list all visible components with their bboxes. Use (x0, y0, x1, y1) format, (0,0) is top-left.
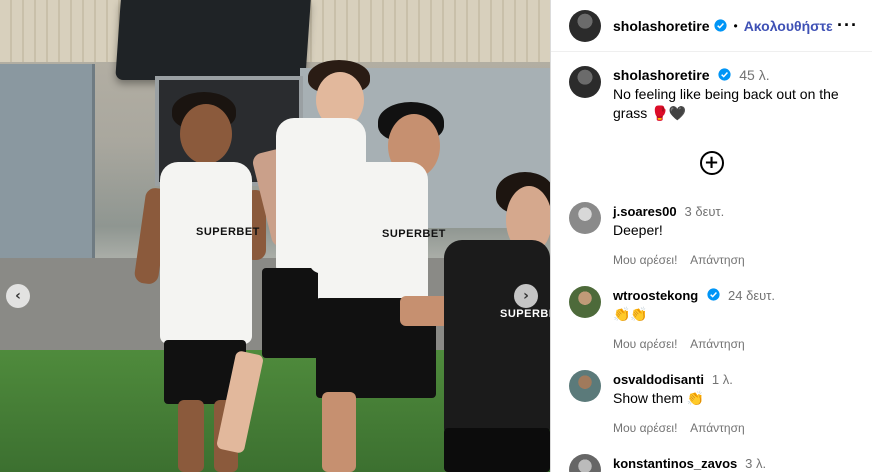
post-caption: sholashoretire 45 λ. No feeling like bei… (551, 52, 872, 123)
caption-emoji: 🥊🖤 (651, 105, 686, 121)
verified-badge-icon (707, 288, 720, 301)
verified-badge-icon (714, 19, 728, 32)
comment-item: osvaldodisanti 1 λ. Show them 👏 Μου αρέσ… (551, 370, 773, 437)
author-username[interactable]: sholashoretire (613, 18, 709, 34)
reply-button[interactable]: Απάντηση (690, 337, 745, 351)
background-speaker (115, 0, 311, 80)
load-more-comments-button[interactable]: + (699, 151, 724, 175)
comment-username[interactable]: j.soares00 (613, 204, 677, 219)
comment-time[interactable]: 1 λ. (712, 372, 733, 387)
comment-item: j.soares00 3 δευτ. Deeper! Μου αρέσει! Α… (551, 202, 773, 269)
post-photo: SUPERBET SUPERBET SUPERBET SUPERBET ‹ (0, 0, 550, 472)
comment-text: Deeper! (613, 222, 663, 238)
commenter-avatar[interactable] (569, 286, 601, 318)
shirt-sponsor: SUPERBET (500, 308, 550, 320)
background-tarp (0, 64, 95, 260)
follow-button[interactable]: Ακολουθήστε (744, 18, 833, 34)
comment-time[interactable]: 3 δευτ. (685, 204, 725, 219)
chevron-right-icon: › (523, 288, 529, 304)
previous-photo-button[interactable]: ‹ (6, 284, 30, 308)
post-side-panel: sholashoretire • Ακολουθήστε ··· sholash… (550, 0, 872, 472)
more-options-icon[interactable]: ··· (837, 15, 858, 36)
separator-dot: • (733, 18, 738, 33)
comment-text: Show them 👏 (613, 390, 705, 406)
plus-icon: + (703, 152, 720, 173)
commenter-avatar[interactable] (569, 370, 601, 402)
chevron-left-icon: ‹ (15, 288, 21, 304)
like-comment-button[interactable]: Μου αρέσει! (613, 337, 677, 351)
comment-time[interactable]: 3 λ. (745, 456, 766, 471)
author-avatar[interactable] (569, 66, 601, 98)
shirt-sponsor: SUPERBET (196, 226, 260, 238)
comment-username[interactable]: osvaldodisanti (613, 372, 704, 387)
comment-item: wtroostekong 24 δευτ. 👏👏 Μου αρέσει! Απά… (551, 286, 793, 353)
reply-button[interactable]: Απάντηση (690, 253, 745, 267)
reply-button[interactable]: Απάντηση (690, 421, 745, 435)
comment-item: konstantinos_zavos 3 λ. (551, 454, 784, 472)
next-photo-button[interactable]: › (514, 284, 538, 308)
like-comment-button[interactable]: Μου αρέσει! (613, 253, 677, 267)
caption-time[interactable]: 45 λ. (739, 67, 769, 83)
comment-time[interactable]: 24 δευτ. (728, 288, 775, 303)
comment-username[interactable]: wtroostekong (613, 288, 698, 303)
commenter-avatar[interactable] (569, 202, 601, 234)
verified-badge-icon (718, 68, 731, 81)
like-comment-button[interactable]: Μου αρέσει! (613, 421, 677, 435)
commenter-avatar[interactable] (569, 454, 601, 472)
shirt-sponsor: SUPERBET (382, 228, 446, 240)
caption-username[interactable]: sholashoretire (613, 67, 709, 83)
caption-text: No feeling like being back out on the gr… (613, 86, 839, 121)
comment-username[interactable]: konstantinos_zavos (613, 456, 737, 471)
comment-text: 👏👏 (613, 306, 648, 322)
post-header: sholashoretire • Ακολουθήστε ··· (551, 0, 872, 52)
author-avatar[interactable] (569, 9, 601, 42)
